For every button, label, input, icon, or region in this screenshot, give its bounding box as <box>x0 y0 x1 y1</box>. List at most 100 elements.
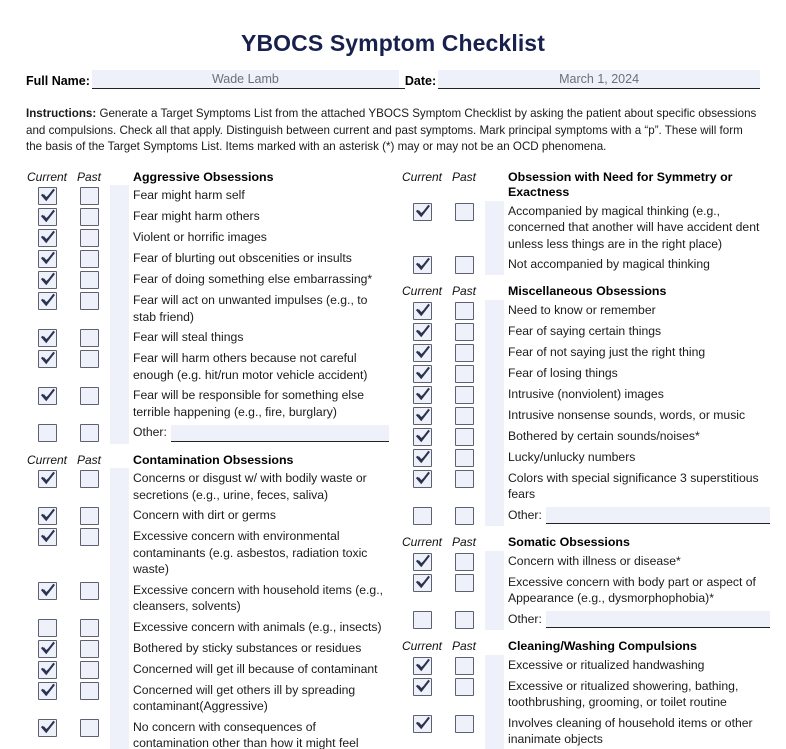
past-checkbox[interactable] <box>454 202 474 221</box>
checklist-columns: Current Past Aggressive Obsessions Fear mig… <box>26 170 770 749</box>
past-checkbox[interactable] <box>79 639 99 658</box>
current-checkbox[interactable] <box>37 208 57 226</box>
date-input[interactable]: March 1, 2024 <box>438 70 760 89</box>
past-checkbox[interactable] <box>79 507 99 525</box>
current-checkbox[interactable] <box>412 677 432 696</box>
current-checkbox[interactable] <box>412 448 432 467</box>
past-checkbox[interactable] <box>79 470 99 488</box>
section-header: Current Past Cleaning/Washing Compulsions <box>401 639 772 655</box>
current-checkbox[interactable] <box>37 639 57 658</box>
past-cell <box>68 580 110 617</box>
current-checkbox[interactable] <box>37 660 57 679</box>
current-column-header: Current <box>401 639 442 653</box>
current-cell <box>26 248 68 269</box>
current-checkbox[interactable] <box>412 714 432 733</box>
past-checkbox[interactable] <box>454 406 474 425</box>
past-checkbox[interactable] <box>454 385 474 404</box>
item-label: Violent or horrific images <box>133 230 267 244</box>
current-checkbox[interactable] <box>412 364 432 383</box>
row-accent-strip <box>110 385 129 422</box>
other-input[interactable] <box>545 507 770 524</box>
current-checkbox[interactable] <box>412 656 432 675</box>
current-checkbox[interactable] <box>37 229 57 247</box>
current-checkbox[interactable] <box>412 301 432 320</box>
row-accent-strip <box>110 327 129 348</box>
current-checkbox[interactable] <box>37 350 57 368</box>
past-checkbox[interactable] <box>79 718 99 737</box>
past-checkbox[interactable] <box>79 581 99 600</box>
current-checkbox[interactable] <box>37 507 57 525</box>
current-checkbox[interactable] <box>412 469 432 488</box>
current-checkbox[interactable] <box>412 322 432 341</box>
past-checkbox[interactable] <box>79 292 99 310</box>
full-name-input[interactable]: Wade Lamb <box>91 70 399 89</box>
current-checkbox[interactable] <box>37 681 57 700</box>
current-cell <box>401 572 443 609</box>
past-checkbox[interactable] <box>454 573 474 592</box>
current-checkbox[interactable] <box>37 718 57 737</box>
past-checkbox[interactable] <box>79 618 99 637</box>
past-checkbox[interactable] <box>454 301 474 320</box>
past-checkbox[interactable] <box>454 256 474 274</box>
past-cell <box>68 269 110 290</box>
current-checkbox[interactable] <box>412 573 432 592</box>
past-checkbox[interactable] <box>79 660 99 679</box>
current-checkbox[interactable] <box>412 343 432 362</box>
current-checkbox[interactable] <box>412 202 432 221</box>
past-checkbox[interactable] <box>454 364 474 383</box>
current-checkbox[interactable] <box>37 528 57 546</box>
past-checkbox[interactable] <box>454 427 474 446</box>
current-checkbox[interactable] <box>37 329 57 347</box>
past-checkbox[interactable] <box>79 329 99 347</box>
current-checkbox[interactable] <box>412 427 432 446</box>
current-checkbox[interactable] <box>37 424 57 442</box>
past-checkbox[interactable] <box>454 677 474 696</box>
past-checkbox[interactable] <box>454 322 474 341</box>
past-checkbox[interactable] <box>454 506 474 525</box>
past-checkbox[interactable] <box>79 208 99 226</box>
past-cell <box>68 422 110 444</box>
current-checkbox[interactable] <box>37 271 57 289</box>
section-title: Miscellaneous Obsessions <box>508 284 667 298</box>
past-checkbox[interactable] <box>454 656 474 675</box>
past-checkbox[interactable] <box>79 250 99 268</box>
current-checkbox[interactable] <box>412 552 432 571</box>
current-cell <box>401 505 443 527</box>
section-title: Contamination Obsessions <box>133 452 294 467</box>
past-checkbox[interactable] <box>454 610 474 629</box>
past-checkbox[interactable] <box>454 448 474 467</box>
current-checkbox[interactable] <box>412 506 432 525</box>
current-checkbox[interactable] <box>412 385 432 404</box>
past-cell <box>443 342 485 363</box>
row-accent-strip <box>485 550 504 572</box>
past-checkbox[interactable] <box>79 350 99 368</box>
current-cell <box>26 717 68 749</box>
past-checkbox[interactable] <box>79 681 99 700</box>
current-checkbox[interactable] <box>37 187 57 205</box>
past-checkbox[interactable] <box>454 469 474 488</box>
past-checkbox[interactable] <box>79 528 99 546</box>
current-checkbox[interactable] <box>37 292 57 310</box>
past-checkbox[interactable] <box>79 424 99 442</box>
current-checkbox[interactable] <box>37 618 57 637</box>
past-checkbox[interactable] <box>79 271 99 289</box>
other-input[interactable] <box>170 424 389 442</box>
past-checkbox[interactable] <box>454 343 474 362</box>
current-checkbox[interactable] <box>412 406 432 425</box>
past-checkbox[interactable] <box>79 187 99 205</box>
past-checkbox[interactable] <box>79 387 99 405</box>
past-checkbox[interactable] <box>79 229 99 247</box>
instructions-block: Instructions: Generate a Target Symptoms… <box>26 106 760 156</box>
current-checkbox[interactable] <box>412 610 432 629</box>
item-label: No concern with consequences of contamin… <box>133 719 359 749</box>
past-checkbox[interactable] <box>454 714 474 733</box>
row-accent-strip <box>485 467 504 505</box>
other-input[interactable] <box>545 611 770 628</box>
current-checkbox[interactable] <box>37 250 57 268</box>
current-checkbox[interactable] <box>37 581 57 600</box>
current-checkbox[interactable] <box>37 470 57 488</box>
current-checkbox[interactable] <box>37 387 57 405</box>
current-checkbox[interactable] <box>412 256 432 274</box>
checklist-row: Fear of losing things <box>401 362 772 384</box>
past-checkbox[interactable] <box>454 552 474 571</box>
